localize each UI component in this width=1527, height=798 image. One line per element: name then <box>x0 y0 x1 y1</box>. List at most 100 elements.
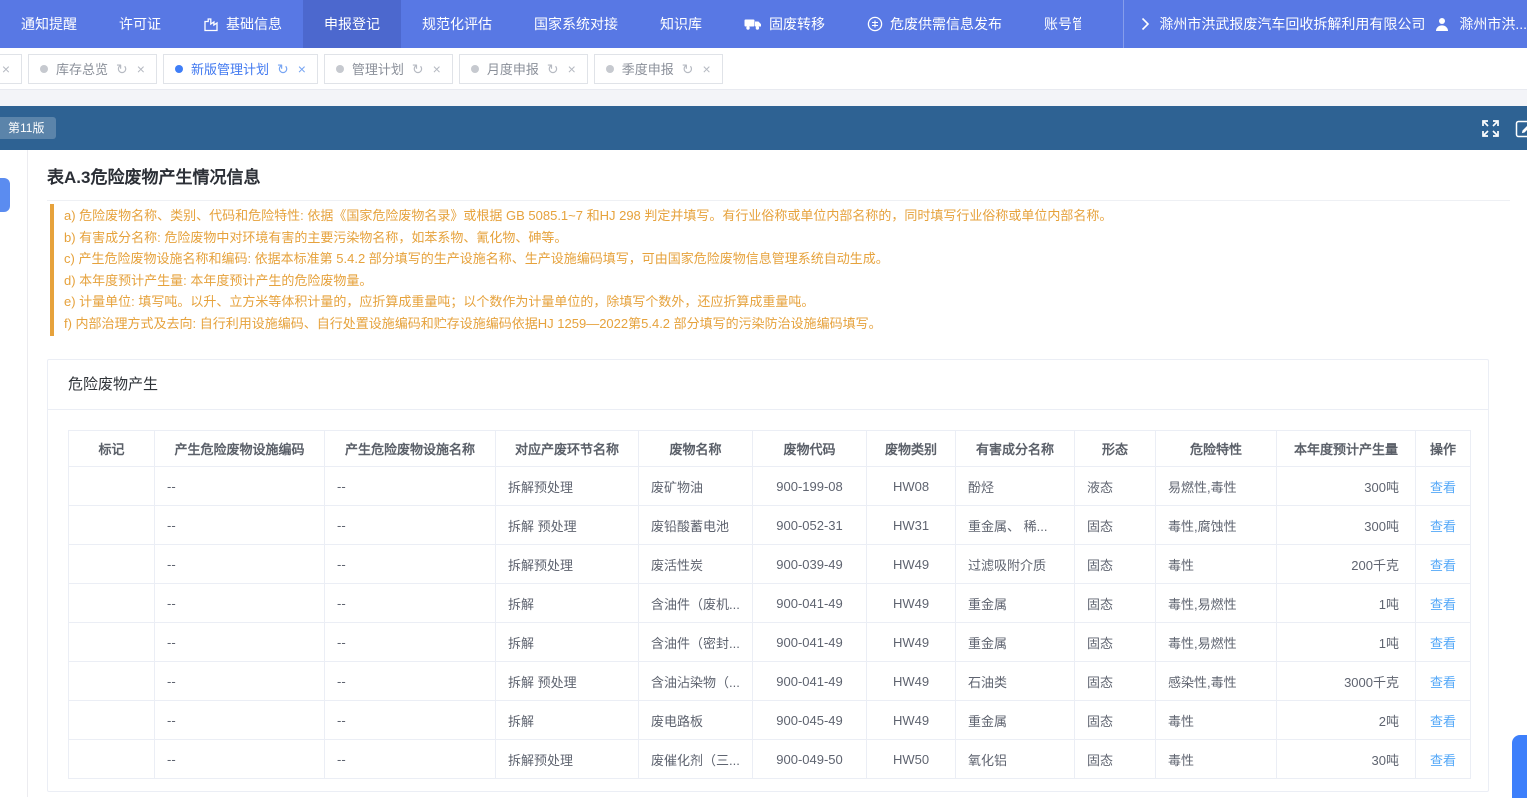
user-name[interactable]: 滁州市洪... <box>1459 14 1527 34</box>
nav-item-knowledge-base[interactable]: 知识库 <box>639 0 723 48</box>
close-icon[interactable]: × <box>568 62 576 76</box>
form-notes: a) 危险废物名称、类别、代码和危险特性: 依据《国家危险废物名录》或根据 GB… <box>50 204 1510 336</box>
note-line: b) 有害成分名称: 危险废物中对环境有害的主要污染物名称，如苯系物、氰化物、砷… <box>64 227 1510 249</box>
cell-hazard: 毒性,易燃性 <box>1156 584 1277 623</box>
note-line: a) 危险废物名称、类别、代码和危险特性: 依据《国家危险废物名录》或根据 GB… <box>64 205 1510 227</box>
cell-hazard: 毒性 <box>1156 701 1277 740</box>
col-header-amount: 本年度预计产生量 <box>1277 431 1416 467</box>
nav-item-standard-assessment[interactable]: 规范化评估 <box>401 0 513 48</box>
cell-waste_code: 900-041-49 <box>753 662 867 701</box>
publish-icon <box>867 16 883 32</box>
cell-facility_name: -- <box>325 623 496 662</box>
page-title: 表A.3危险废物产生情况信息 <box>47 163 260 188</box>
view-link[interactable]: 查看 <box>1430 597 1456 612</box>
view-link[interactable]: 查看 <box>1430 714 1456 729</box>
col-header-stage: 对应产废环节名称 <box>496 431 639 467</box>
cell-mark <box>69 623 155 662</box>
tab-partial[interactable]: × <box>0 54 22 84</box>
tab-quarterly-declaration[interactable]: 季度申报 ↻ × <box>594 54 723 84</box>
nav-item-account[interactable]: 账号管理 <box>1023 0 1081 48</box>
view-link[interactable]: 查看 <box>1430 753 1456 768</box>
tab-label: 库存总览 <box>56 59 108 78</box>
table-row: ----拆解 预处理含油沾染物（...900-041-49HW49石油类固态感染… <box>69 662 1471 701</box>
top-navigation: 通知提醒 许可证 基础信息 申报登记 规范化评估 国家系统对接 知识库 固废转移 <box>0 0 1527 48</box>
tab-dot-icon <box>606 65 614 73</box>
view-link[interactable]: 查看 <box>1430 675 1456 690</box>
tab-label: 新版管理计划 <box>191 59 269 78</box>
refresh-icon[interactable]: ↻ <box>412 62 424 76</box>
cell-action: 查看 <box>1416 740 1471 779</box>
cell-waste_name: 废矿物油 <box>639 467 753 506</box>
refresh-icon[interactable]: ↻ <box>547 62 559 76</box>
nav-item-label: 知识库 <box>660 14 702 34</box>
note-line: c) 产生危险废物设施名称和编码: 依据本标准第 5.4.2 部分填写的生产设施… <box>64 248 1510 270</box>
cell-waste_code: 900-045-49 <box>753 701 867 740</box>
close-icon[interactable]: × <box>2 62 10 76</box>
cell-facility_name: -- <box>325 740 496 779</box>
tab-dot-icon <box>336 65 344 73</box>
cell-hazard: 毒性 <box>1156 740 1277 779</box>
nav-item-notifications[interactable]: 通知提醒 <box>0 0 98 48</box>
tab-bar: × 库存总览 ↻ × 新版管理计划 ↻ × 管理计划 ↻ × 月度申报 ↻ × <box>0 48 1527 90</box>
nav-item-label: 通知提醒 <box>21 14 77 34</box>
factory-icon <box>203 17 219 32</box>
cell-mark <box>69 662 155 701</box>
nav-item-hazwaste-supply-demand[interactable]: 危废供需信息发布 <box>846 0 1023 48</box>
col-header-action: 操作 <box>1416 431 1471 467</box>
nav-item-national-system[interactable]: 国家系统对接 <box>513 0 639 48</box>
fullscreen-icon[interactable] <box>1481 119 1500 138</box>
tab-label: 季度申报 <box>622 59 674 78</box>
cell-stage: 拆解 预处理 <box>496 662 639 701</box>
nav-item-declaration[interactable]: 申报登记 <box>303 0 401 48</box>
cell-amount: 200千克 <box>1277 545 1416 584</box>
view-link[interactable]: 查看 <box>1430 480 1456 495</box>
tab-management-plan[interactable]: 管理计划 ↻ × <box>324 54 453 84</box>
refresh-icon[interactable]: ↻ <box>277 62 289 76</box>
nav-item-license[interactable]: 许可证 <box>98 0 182 48</box>
side-service-widget[interactable]: 联系客服 <box>1512 735 1527 798</box>
left-drawer-handle[interactable] <box>0 178 10 212</box>
spacer-strip <box>0 90 1527 106</box>
view-link[interactable]: 查看 <box>1430 636 1456 651</box>
nav-item-solid-waste-transfer[interactable]: 固废转移 <box>723 0 846 48</box>
cell-amount: 3000千克 <box>1277 662 1416 701</box>
close-icon[interactable]: × <box>703 62 711 76</box>
company-name[interactable]: 滁州市洪武报废汽车回收拆解利用有限公司 <box>1159 14 1425 34</box>
refresh-icon[interactable]: ↻ <box>116 62 128 76</box>
cell-category: HW49 <box>867 584 956 623</box>
view-link[interactable]: 查看 <box>1430 558 1456 573</box>
col-header-component: 有害成分名称 <box>956 431 1075 467</box>
cell-category: HW50 <box>867 740 956 779</box>
cell-form: 固态 <box>1075 545 1156 584</box>
close-icon[interactable]: × <box>137 62 145 76</box>
view-link[interactable]: 查看 <box>1430 519 1456 534</box>
cell-stage: 拆解 <box>496 623 639 662</box>
tab-new-management-plan[interactable]: 新版管理计划 ↻ × <box>163 54 318 84</box>
nav-item-label: 基础信息 <box>226 14 282 34</box>
edit-icon[interactable] <box>1515 118 1527 138</box>
cell-waste_code: 900-039-49 <box>753 545 867 584</box>
cell-category: HW49 <box>867 662 956 701</box>
cell-hazard: 易燃性,毒性 <box>1156 467 1277 506</box>
cell-hazard: 毒性,易燃性 <box>1156 623 1277 662</box>
close-icon[interactable]: × <box>433 62 441 76</box>
refresh-icon[interactable]: ↻ <box>682 62 694 76</box>
toolbar-icons <box>1481 106 1527 150</box>
close-icon[interactable]: × <box>298 62 306 76</box>
section-title: 危险废物产生 <box>48 360 1488 410</box>
cell-waste_name: 含油件（废机... <box>639 584 753 623</box>
cell-action: 查看 <box>1416 662 1471 701</box>
cell-facility_code: -- <box>155 506 325 545</box>
col-header-facility-name: 产生危险废物设施名称 <box>325 431 496 467</box>
tab-monthly-declaration[interactable]: 月度申报 ↻ × <box>459 54 588 84</box>
cell-amount: 30吨 <box>1277 740 1416 779</box>
nav-item-label: 账号管理 <box>1044 14 1081 34</box>
nav-item-basic-info[interactable]: 基础信息 <box>182 0 303 48</box>
cell-component: 氧化铝 <box>956 740 1075 779</box>
cell-form: 固态 <box>1075 740 1156 779</box>
cell-facility_code: -- <box>155 545 325 584</box>
nav-item-label: 危废供需信息发布 <box>890 14 1002 34</box>
account-area: 滁州市洪武报废汽车回收拆解利用有限公司 滁州市洪... <box>1123 0 1527 48</box>
tab-inventory-overview[interactable]: 库存总览 ↻ × <box>28 54 157 84</box>
note-line: d) 本年度预计产生量: 本年度预计产生的危险废物量。 <box>64 270 1510 292</box>
